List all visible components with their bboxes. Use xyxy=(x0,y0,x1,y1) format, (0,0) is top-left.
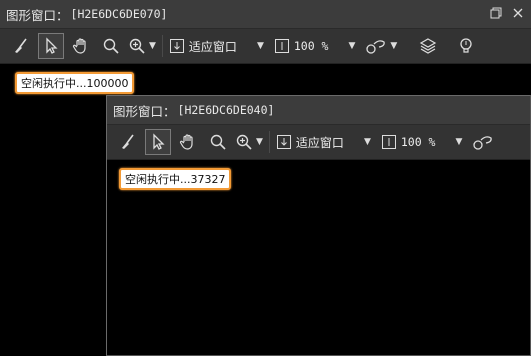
fit-window-combo[interactable]: 适应窗口 ▼ xyxy=(169,33,264,59)
shape-icon[interactable] xyxy=(470,129,496,155)
zoom-level-value: 100 % xyxy=(293,39,329,53)
window-toolbar: ▼ 适应窗口 ▼ 100 % ▼ xyxy=(107,124,530,160)
window-title-label: 图形窗口： xyxy=(113,103,176,119)
restore-icon[interactable] xyxy=(489,6,503,20)
fit-window-combo[interactable]: 适应窗口 ▼ xyxy=(276,129,371,155)
zoom-level-combo[interactable]: 100 % ▼ xyxy=(274,33,356,59)
chevron-down-icon: ▼ xyxy=(149,41,156,51)
zoom-level-value: 100 % xyxy=(400,135,436,149)
status-badge: 空闲执行中...100000 xyxy=(15,72,135,94)
zoom-mode-value: 适应窗口 xyxy=(188,39,237,54)
chevron-down-icon: ▼ xyxy=(256,137,263,147)
hand-icon[interactable] xyxy=(68,33,94,59)
toolbar-divider xyxy=(268,131,270,153)
zoom-in-icon[interactable]: ▼ xyxy=(235,129,263,155)
fit-window-icon xyxy=(276,134,292,150)
zoom-level-combo[interactable]: 100 % ▼ xyxy=(381,129,463,155)
window-title-bar[interactable]: 图形窗口： [H2E6DC6DE070] xyxy=(0,0,531,28)
lightbulb-icon[interactable] xyxy=(453,33,479,59)
close-icon[interactable] xyxy=(511,6,525,20)
layers-icon[interactable] xyxy=(415,33,441,59)
chevron-down-icon: ▼ xyxy=(256,41,264,51)
chevron-down-icon: ▼ xyxy=(348,41,356,51)
broom-icon[interactable] xyxy=(8,33,34,59)
window-title-id: [H2E6DC6DE040] xyxy=(177,103,275,117)
broom-icon[interactable] xyxy=(115,129,141,155)
chevron-down-icon: ▼ xyxy=(390,41,398,51)
toolbar-divider xyxy=(161,35,163,57)
zoom-mode-value: 适应窗口 xyxy=(295,135,344,150)
zoom-in-icon[interactable]: ▼ xyxy=(128,33,156,59)
hand-icon[interactable] xyxy=(175,129,201,155)
status-badge: 空闲执行中...37327 xyxy=(119,168,232,190)
actual-size-icon xyxy=(274,38,290,54)
window-title-label: 图形窗口： xyxy=(6,7,69,23)
window-toolbar: ▼ 适应窗口 ▼ 100 % ▼ ▼ xyxy=(0,28,531,64)
chevron-down-icon: ▼ xyxy=(363,137,371,147)
chevron-down-icon: ▼ xyxy=(455,137,463,147)
shape-icon[interactable]: ▼ xyxy=(365,33,397,59)
window-title-bar[interactable]: 图形窗口： [H2E6DC6DE040] xyxy=(107,96,530,124)
window-title-id: [H2E6DC6DE070] xyxy=(70,7,168,21)
drawing-canvas[interactable]: 空闲执行中...37327 xyxy=(107,160,530,355)
graphics-window-2: 图形窗口： [H2E6DC6DE040] ▼ 适应窗口 ▼ 100 % ▼ 空闲… xyxy=(106,95,531,356)
pointer-icon[interactable] xyxy=(145,129,171,155)
pointer-icon[interactable] xyxy=(38,33,64,59)
magnifier-icon[interactable] xyxy=(205,129,231,155)
fit-window-icon xyxy=(169,38,185,54)
magnifier-icon[interactable] xyxy=(98,33,124,59)
actual-size-icon xyxy=(381,134,397,150)
